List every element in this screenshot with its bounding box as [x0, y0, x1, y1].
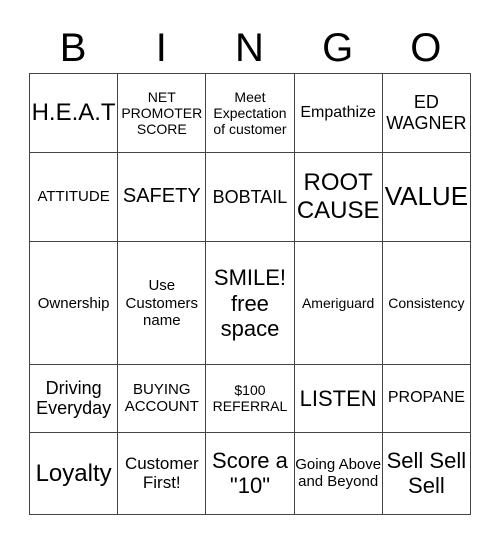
header-letter-n: N	[235, 26, 264, 70]
bingo-grid: H.E.A.T NET PROMOTER SCORE Meet Expectatio…	[28, 73, 472, 516]
bingo-header: B I N G O	[29, 22, 470, 74]
bingo-cell[interactable]: BUYING ACCOUNT	[117, 364, 207, 433]
bingo-cell[interactable]: BOBTAIL	[205, 151, 295, 243]
bingo-cell[interactable]: LISTEN	[293, 364, 383, 433]
bingo-cell[interactable]: Score a "10"	[205, 431, 295, 516]
bingo-cell[interactable]: PROPANE	[381, 364, 472, 433]
bingo-row: H.E.A.T NET PROMOTER SCORE Meet Expectatio…	[28, 73, 472, 153]
bingo-cell[interactable]: Ownership	[28, 241, 119, 365]
bingo-cell[interactable]: Use Customers name	[117, 241, 207, 365]
bingo-cell[interactable]: Meet Expectation of customer	[205, 73, 295, 153]
bingo-cell[interactable]: VALUE	[381, 151, 472, 243]
bingo-cell[interactable]: Driving Everyday	[28, 364, 119, 433]
bingo-row: Ownership Use Customers name SMILE! free s…	[28, 241, 472, 365]
header-letter-i: I	[155, 26, 167, 70]
header-letter-o: O	[410, 26, 442, 70]
bingo-row: Driving Everyday BUYING ACCOUNT $100 REFER…	[28, 364, 472, 433]
bingo-cell[interactable]: NET PROMOTER SCORE	[117, 73, 207, 153]
bingo-cell[interactable]: ROOT CAUSE	[293, 151, 383, 243]
bingo-cell[interactable]: Loyalty	[28, 431, 119, 516]
bingo-cell[interactable]: Consistency	[381, 241, 472, 365]
bingo-cell[interactable]: SMILE! free space	[205, 241, 295, 365]
bingo-cell[interactable]: Empathize	[293, 73, 383, 153]
bingo-cell[interactable]: SAFETY	[117, 151, 207, 243]
bingo-cell[interactable]: Ameriguard	[293, 241, 383, 365]
bingo-cell[interactable]: H.E.A.T	[28, 73, 119, 153]
bingo-cell[interactable]: Sell Sell Sell	[381, 431, 472, 516]
bingo-cell[interactable]: Customer First!	[117, 431, 207, 516]
bingo-cell[interactable]: Going Above and Beyond	[293, 431, 383, 516]
bingo-row: ATTITUDE SAFETY BOBTAIL ROOT CAUSE VALUE	[28, 151, 472, 243]
bingo-cell[interactable]: ED WAGNER	[381, 73, 472, 153]
header-letter-g: G	[322, 26, 354, 70]
bingo-cell[interactable]: $100 REFERRAL	[205, 364, 295, 433]
header-letter-b: B	[59, 26, 87, 70]
bingo-row: Loyalty Customer First! Score a "10" Going …	[28, 431, 472, 516]
bingo-cell[interactable]: ATTITUDE	[28, 151, 119, 243]
